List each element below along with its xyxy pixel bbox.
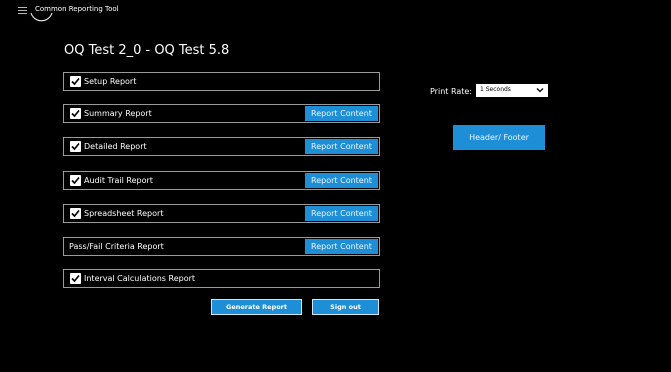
checkbox-detailed[interactable] xyxy=(70,141,81,152)
print-rate-value: 1 Seconds xyxy=(480,86,511,93)
print-rate-select[interactable]: 1 Seconds xyxy=(476,84,548,97)
report-label-spreadsheet: Spreadsheet Report xyxy=(84,209,164,218)
page-title: OQ Test 2_0 - OQ Test 5.8 xyxy=(64,43,230,58)
report-row-interval-calculations: Interval Calculations Report xyxy=(63,269,380,288)
report-row-audit-trail: Audit Trail Report Report Content xyxy=(63,171,380,190)
checkbox-interval-calculations[interactable] xyxy=(70,273,81,284)
report-content-button-spreadsheet[interactable]: Report Content xyxy=(305,206,378,221)
report-label-audit-trail: Audit Trail Report xyxy=(84,176,153,185)
report-row-detailed: Detailed Report Report Content xyxy=(63,137,380,156)
checkbox-setup[interactable] xyxy=(70,76,81,87)
checkbox-spreadsheet[interactable] xyxy=(70,208,81,219)
report-label-summary: Summary Report xyxy=(84,109,152,118)
checkbox-audit-trail[interactable] xyxy=(70,175,81,186)
report-content-button-summary[interactable]: Report Content xyxy=(305,106,378,121)
generate-report-button[interactable]: Generate Report xyxy=(211,299,302,315)
report-content-button-pass-fail[interactable]: Report Content xyxy=(305,239,378,254)
checkbox-summary[interactable] xyxy=(70,108,81,119)
report-row-pass-fail: Pass/Fail Criteria Report Report Content xyxy=(63,237,380,256)
print-rate-label: Print Rate: xyxy=(430,87,472,96)
report-label-pass-fail: Pass/Fail Criteria Report xyxy=(69,242,164,251)
chevron-down-icon xyxy=(536,88,544,93)
report-label-detailed: Detailed Report xyxy=(84,142,147,151)
hamburger-menu-icon[interactable] xyxy=(18,7,27,14)
report-content-button-audit-trail[interactable]: Report Content xyxy=(305,173,378,188)
back-arc-icon[interactable] xyxy=(29,11,54,27)
report-label-interval-calculations: Interval Calculations Report xyxy=(84,274,196,283)
report-label-setup: Setup Report xyxy=(84,77,137,86)
report-row-setup: Setup Report xyxy=(63,72,380,91)
report-row-summary: Summary Report Report Content xyxy=(63,104,380,123)
report-row-spreadsheet: Spreadsheet Report Report Content xyxy=(63,204,380,223)
sign-out-button[interactable]: Sign out xyxy=(312,299,379,315)
report-content-button-detailed[interactable]: Report Content xyxy=(305,139,378,154)
header-footer-button[interactable]: Header/ Footer xyxy=(453,125,545,150)
title-bar: Common Reporting Tool xyxy=(0,0,671,22)
